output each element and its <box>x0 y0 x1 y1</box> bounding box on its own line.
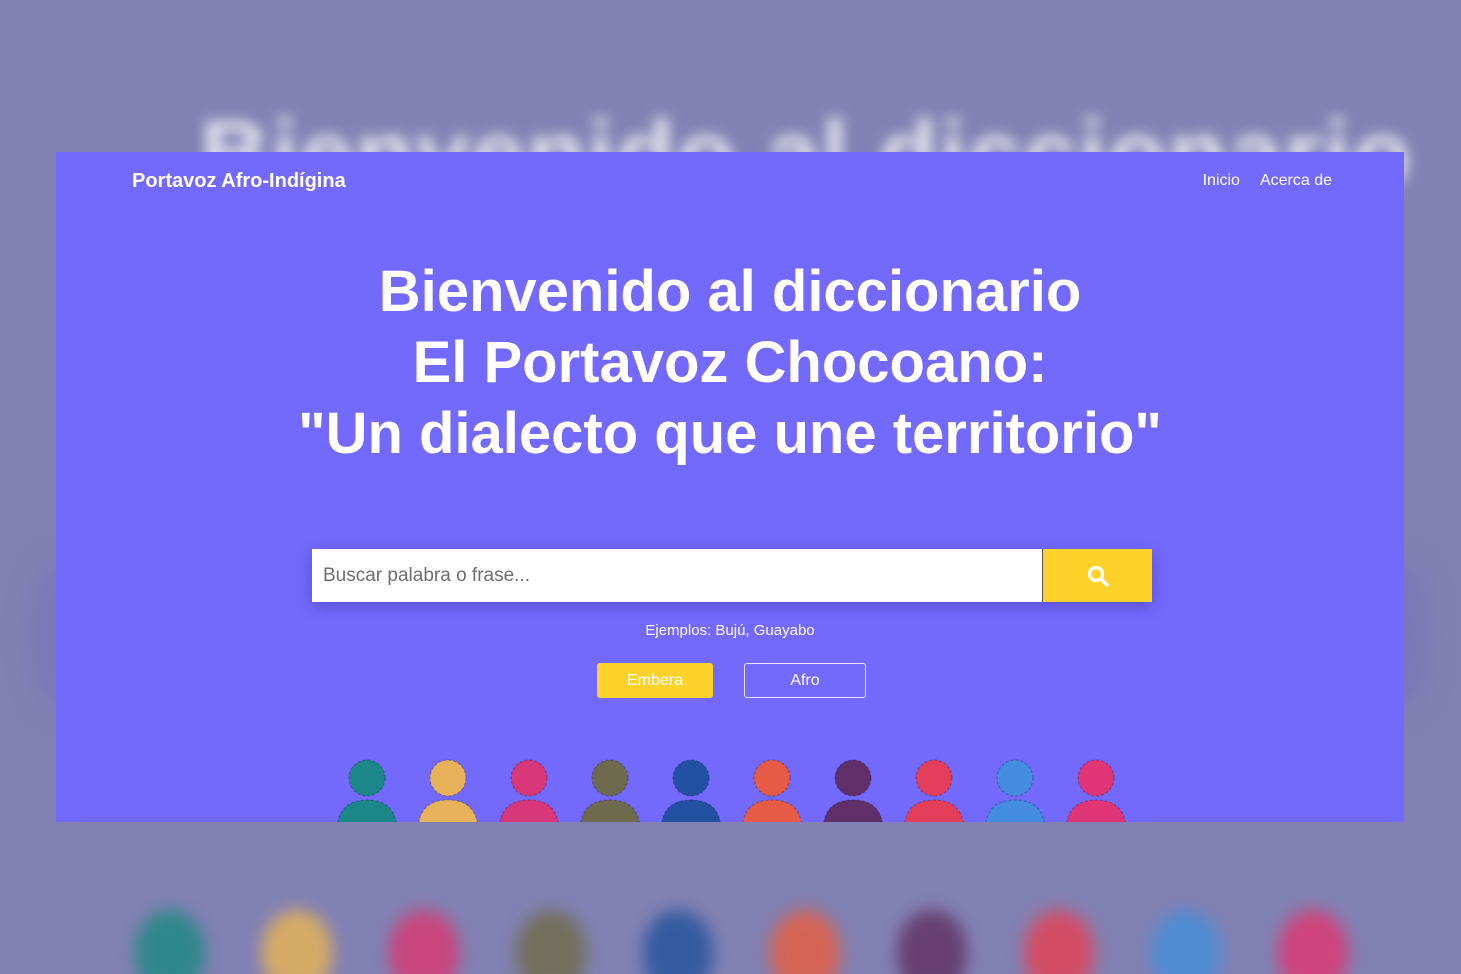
backdrop-figure <box>897 910 967 974</box>
person-figure-icon <box>742 759 802 822</box>
afro-button[interactable]: Afro <box>744 663 866 698</box>
person-figure-icon <box>904 759 964 822</box>
search-bar <box>312 549 1152 602</box>
backdrop-figure <box>389 910 459 974</box>
backdrop-figure <box>516 910 586 974</box>
backdrop-figure <box>262 910 332 974</box>
person-figure-icon <box>418 759 478 822</box>
backdrop-figure <box>1151 910 1221 974</box>
nav-link-inicio[interactable]: Inicio <box>1203 172 1240 190</box>
person-figure-icon <box>985 759 1045 822</box>
person-figure-icon <box>1066 759 1126 822</box>
hero-title-line-3: "Un dialecto que une territorio" <box>298 401 1162 466</box>
person-figure-icon <box>580 759 640 822</box>
embera-button[interactable]: Embera <box>597 663 713 698</box>
person-figure-icon <box>661 759 721 822</box>
person-figure-icon <box>337 759 397 822</box>
backdrop-figure <box>770 910 840 974</box>
person-figure-icon <box>499 759 559 822</box>
search-input[interactable] <box>312 549 1043 602</box>
search-button[interactable] <box>1043 549 1152 602</box>
search-examples: Ejemplos: Bujú, Guayabo <box>645 622 815 639</box>
backdrop-figure <box>1278 910 1348 974</box>
site-brand[interactable]: Portavoz Afro-Indígina <box>132 170 346 193</box>
search-icon <box>1087 565 1109 587</box>
hero-title: Bienvenido al diccionario El Portavoz Ch… <box>56 256 1404 469</box>
backdrop-figure <box>135 910 205 974</box>
backdrop-figures <box>0 900 1461 974</box>
people-illustration <box>331 750 1151 822</box>
main-card: Portavoz Afro-Indígina Inicio Acerca de … <box>56 152 1404 822</box>
hero-title-line-2: El Portavoz Chocoano: <box>412 330 1048 395</box>
nav-link-acerca-de[interactable]: Acerca de <box>1260 172 1332 190</box>
backdrop-figure <box>1024 910 1094 974</box>
person-figure-icon <box>823 759 883 822</box>
backdrop-figure <box>643 910 713 974</box>
top-nav: Inicio Acerca de <box>1203 172 1332 190</box>
hero-title-line-1: Bienvenido al diccionario <box>378 259 1082 324</box>
